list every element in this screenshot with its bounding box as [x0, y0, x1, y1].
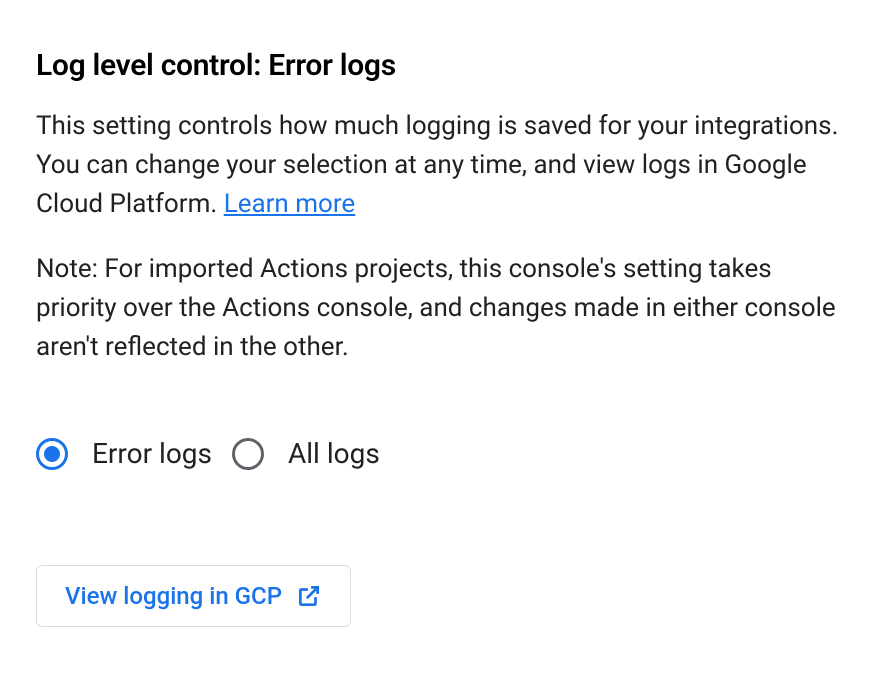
radio-circle-unselected-icon [232, 438, 264, 470]
description-body: This setting controls how much logging i… [36, 111, 838, 219]
button-row: View logging in GCP [36, 565, 858, 627]
log-level-radio-group: Error logs All logs [36, 437, 858, 470]
view-logging-gcp-button[interactable]: View logging in GCP [36, 565, 351, 627]
learn-more-link[interactable]: Learn more [224, 189, 356, 219]
note-text: Note: For imported Actions projects, thi… [36, 250, 858, 367]
radio-option-all-logs[interactable]: All logs [232, 437, 380, 470]
radio-label-error-logs: Error logs [92, 437, 212, 470]
view-button-label: View logging in GCP [65, 582, 282, 610]
page-title: Log level control: Error logs [36, 48, 858, 83]
radio-label-all-logs: All logs [288, 437, 380, 470]
external-link-icon [296, 583, 322, 609]
radio-circle-selected-icon [36, 438, 68, 470]
description-text: This setting controls how much logging i… [36, 107, 858, 224]
radio-option-error-logs[interactable]: Error logs [36, 437, 212, 470]
